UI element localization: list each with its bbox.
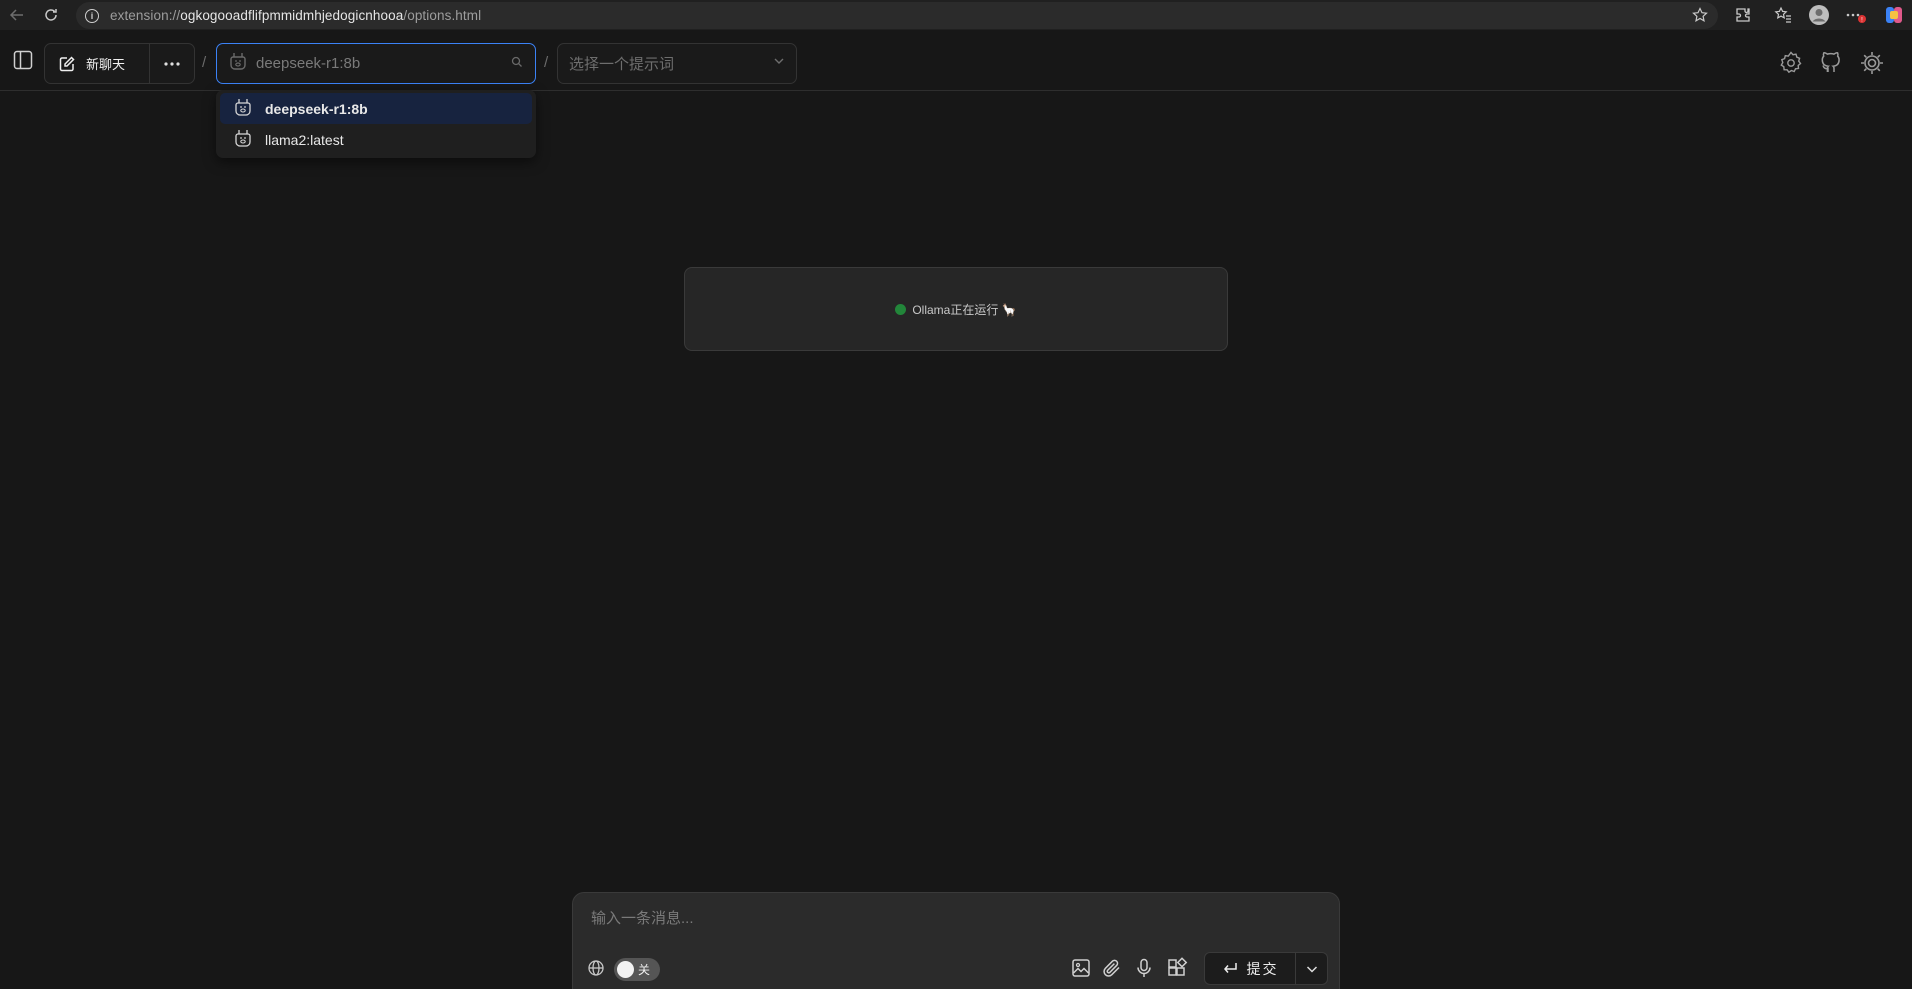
status-dot-icon — [895, 303, 907, 315]
microphone-icon[interactable] — [1133, 957, 1157, 981]
dropdown-option-label: llama2:latest — [265, 131, 344, 148]
site-info-icon[interactable]: i — [85, 8, 99, 23]
bookmark-star-icon[interactable] — [1692, 7, 1708, 28]
image-upload-icon[interactable] — [1070, 957, 1094, 981]
attachment-icon[interactable] — [1101, 957, 1125, 981]
message-composer: 关 提交 — [572, 892, 1340, 989]
chevron-down-icon — [1306, 965, 1317, 973]
prompt-select-placeholder: 选择一个提示词 — [569, 56, 675, 73]
status-text: Ollama正在运行 🦙 — [912, 302, 1017, 317]
prompt-select[interactable]: 选择一个提示词 — [557, 43, 797, 84]
url-text: extension://ogkogooadflifpmmidmhjedogicn… — [110, 8, 482, 23]
new-chat-button[interactable]: 新聊天 — [45, 44, 150, 83]
submit-button[interactable]: 提交 — [1205, 953, 1296, 984]
breadcrumb-separator: / — [544, 54, 549, 71]
dropdown-option-label: deepseek-r1:8b — [265, 100, 368, 117]
more-options-button[interactable] — [150, 44, 194, 83]
llama-icon — [234, 128, 252, 151]
github-icon[interactable] — [1818, 50, 1844, 76]
submit-options-button[interactable] — [1296, 953, 1327, 984]
favorites-icon[interactable] — [1770, 3, 1796, 27]
new-chat-label: 新聊天 — [86, 57, 126, 72]
llama-icon — [229, 51, 247, 76]
ellipsis-icon — [164, 61, 180, 66]
ollama-status-card: Ollama正在运行 🦙 — [684, 267, 1228, 351]
model-select-input[interactable]: deepseek-r1:8b — [216, 43, 536, 84]
reload-icon[interactable] — [38, 3, 64, 27]
browser-menu-icon[interactable]: ! — [1843, 3, 1869, 27]
address-bar[interactable]: i extension://ogkogooadflifpmmidmhjedogi… — [76, 2, 1718, 29]
llama-icon — [234, 97, 252, 120]
model-dropdown: deepseek-r1:8b llama2:latest — [216, 90, 536, 158]
submit-group: 提交 — [1204, 952, 1328, 985]
toggle-knob — [617, 961, 634, 978]
web-search-toggle[interactable]: 关 — [614, 958, 660, 981]
back-icon[interactable] — [4, 3, 30, 27]
breadcrumb-separator: / — [202, 54, 207, 71]
sidebar-toggle-icon[interactable] — [12, 49, 34, 71]
model-select-value: deepseek-r1:8b — [256, 55, 361, 72]
globe-icon — [587, 959, 605, 982]
submit-label: 提交 — [1246, 960, 1279, 977]
copilot-icon[interactable] — [1881, 3, 1907, 27]
apps-grid-icon[interactable] — [1166, 957, 1190, 981]
search-icon — [511, 55, 523, 73]
chat-actions-group: 新聊天 — [44, 43, 195, 84]
model-settings-icon[interactable] — [1778, 50, 1804, 76]
dropdown-option[interactable]: llama2:latest — [220, 124, 532, 155]
browser-toolbar: i extension://ogkogooadflifpmmidmhjedogi… — [0, 0, 1912, 30]
chevron-down-icon — [772, 54, 786, 73]
settings-gear-icon[interactable] — [1859, 50, 1885, 76]
message-input[interactable] — [591, 907, 1311, 935]
edit-icon — [59, 55, 75, 71]
profile-avatar-icon[interactable] — [1806, 3, 1832, 27]
enter-icon — [1223, 962, 1237, 973]
toggle-label: 关 — [638, 963, 651, 977]
extensions-icon[interactable] — [1730, 3, 1756, 27]
dropdown-option[interactable]: deepseek-r1:8b — [220, 93, 532, 124]
app-header: 新聊天 / deepseek-r1:8b / 选择一个提示词 — [0, 30, 1912, 91]
